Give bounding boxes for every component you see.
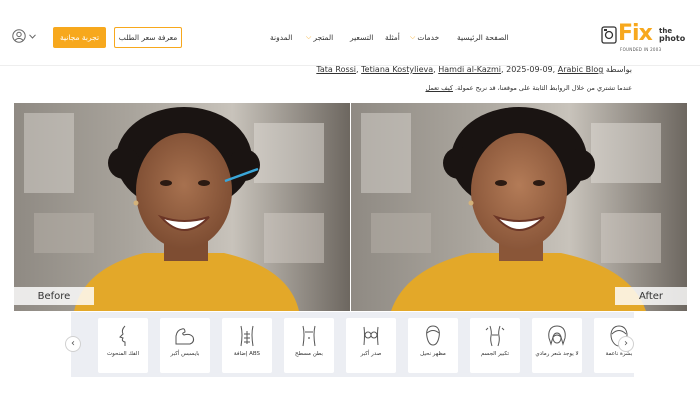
nav-blog-label: المدونة [270,32,293,42]
option-no-gray-hair[interactable]: لا يوجد شعر رمادي [532,318,582,373]
option-label: صدر أكبر [360,351,382,357]
option-add-abs[interactable]: إضافة ABS [222,318,272,373]
logo-founded: FOUNDED IN 2003 [620,47,662,52]
logo-brand: Fix [618,21,653,46]
nav-store[interactable]: ⌵ المتجر [306,31,333,43]
chevron-left-icon: ‹ [71,338,75,349]
get-quote-button[interactable]: معرفة سعر الطلب [114,27,182,48]
slim-face-icon [426,325,440,346]
hair-icon [548,325,566,346]
account-menu[interactable] [12,29,36,43]
logo-tagline-photo: photo [659,34,686,43]
option-body-enlarge[interactable]: تكبير الجسم [470,318,520,373]
nav-pricing[interactable]: التسعير [350,31,373,43]
option-label: مظهر نحيل [420,351,446,357]
nav-store-label: المتجر [313,32,334,42]
before-label: Before [14,287,94,305]
logo-camera-icon [601,26,617,44]
affiliate-disclaimer: عندما تشتري من خلال الروابط الثابتة على … [425,84,632,92]
free-trial-button[interactable]: تجربة مجانية [53,27,106,48]
publish-date: 2025-09-09 [506,65,553,74]
option-label: لا يوجد شعر رمادي [535,351,579,357]
abs-icon [240,325,254,347]
option-label: بشرة ناعمة [605,351,633,357]
nav-services[interactable]: ⌵ خدمات [410,31,439,43]
body-enlarge-icon [485,325,505,347]
nav-pricing-label: التسعير [350,32,374,42]
option-bigger-biceps[interactable]: بايسبس أكبر [160,318,210,373]
option-label: الفك المنحوت [107,351,139,357]
option-label: بايسبس أكبر [170,351,200,357]
after-image [351,103,687,311]
option-label: إضافة ABS [233,351,261,357]
disclaimer-text: عندما تشتري من خلال الروابط الثابتة على … [455,84,632,92]
before-image [14,103,350,311]
author-link[interactable]: Hamdi al-Kazmi [438,65,501,74]
category-link[interactable]: Arabic Blog [558,65,604,74]
chest-icon [363,326,379,346]
site-header: تجربة مجانية معرفة سعر الطلب المدونة ⌵ ا… [0,0,700,66]
by-label: بواسطة [605,65,632,74]
option-sculpted-jaw[interactable]: الفك المنحوت [98,318,148,373]
nav-home[interactable]: الصفحة الرئيسية [457,31,509,43]
chevron-down-icon [29,33,36,39]
author-link[interactable]: Tata Rossi [316,65,356,74]
site-logo[interactable]: Fix the photo FOUNDED IN 2003 [601,21,689,56]
option-bigger-chest[interactable]: صدر أكبر [346,318,396,373]
flat-belly-icon [302,325,316,347]
chevron-down-icon: ⌵ [306,32,312,41]
option-label: بطن مسطح [295,351,323,357]
option-label: تكبير الجسم [481,351,509,357]
article-meta: Tata Rossi, Tetiana Kostylieva, Hamdi al… [316,65,632,74]
how-it-works-link[interactable]: كيف تعمل [425,84,452,92]
user-icon [12,29,26,43]
jawline-icon [119,325,126,346]
option-slim-look[interactable]: مظهر نحيل [408,318,458,373]
nav-home-label: الصفحة الرئيسية [457,32,509,42]
nav-services-label: خدمات [417,32,440,42]
option-flat-belly[interactable]: بطن مسطح [284,318,334,373]
before-photo: Before [14,103,350,311]
nav-blog[interactable]: المدونة [270,31,292,43]
retouch-options-carousel: بشرة ناعمة لا يوجد شعر رمادي تكبير الجسم… [65,312,644,377]
carousel-prev-button[interactable]: ‹ [65,336,81,352]
chevron-right-icon: › [624,338,628,349]
chevron-down-icon: ⌵ [410,32,416,41]
author-link[interactable]: Tetiana Kostylieva [361,65,433,74]
after-label: After [615,287,687,305]
nav-examples[interactable]: أمثلة [385,31,400,43]
carousel-next-button[interactable]: › [618,336,634,352]
biceps-icon [175,328,195,345]
nav-examples-label: أمثلة [385,32,400,42]
after-photo: After [351,103,687,311]
